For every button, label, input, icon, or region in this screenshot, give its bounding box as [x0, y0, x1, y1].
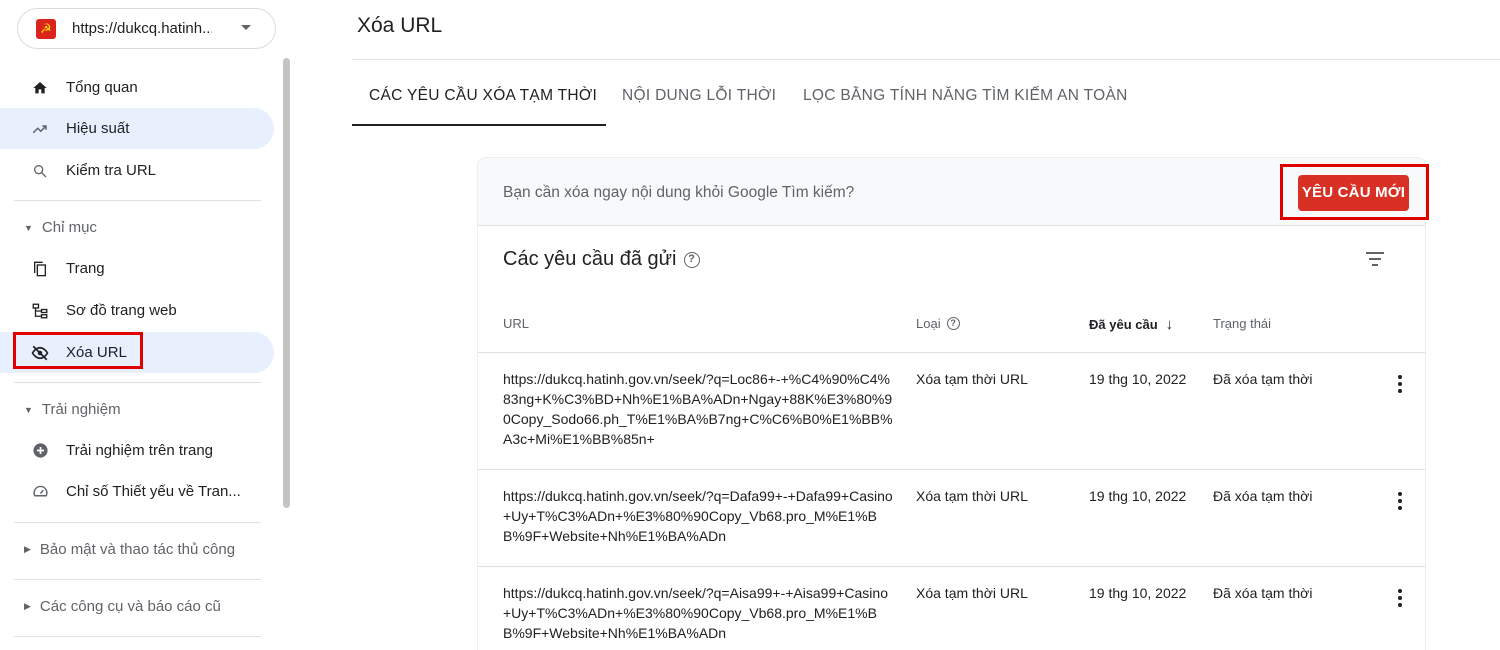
sidebar-item-label: Trang — [66, 260, 105, 277]
property-selector[interactable]: ☭ https://dukcq.hatinh... — [17, 8, 276, 49]
row-status: Đã xóa tạm thời — [1213, 585, 1313, 601]
column-header-type: Loại ? — [916, 316, 960, 331]
sidebar-item-label: Chỉ số Thiết yếu về Tran... — [66, 483, 241, 500]
triangle-right-icon: ▶ — [24, 601, 31, 611]
triangle-right-icon: ▶ — [24, 544, 31, 554]
row-type: Xóa tạm thời URL — [916, 371, 1028, 387]
arrow-down-icon: ↓ — [1165, 316, 1174, 333]
section-title: Trải nghiệm — [41, 401, 121, 418]
highlight-box — [13, 332, 143, 369]
more-vert-icon[interactable] — [1398, 492, 1402, 513]
table-row[interactable]: https://dukcq.hatinh.gov.vn/seek/?q=Aisa… — [478, 567, 1425, 650]
tab-safesearch-filtering[interactable]: LỌC BẰNG TÍNH NĂNG TÌM KIẾM AN TOÀN — [803, 87, 1128, 105]
sidebar-scrollbar[interactable] — [283, 58, 290, 508]
table-row[interactable]: https://dukcq.hatinh.gov.vn/seek/?q=Loc8… — [478, 353, 1425, 470]
sidebar-item-label: Hiệu suất — [66, 120, 130, 137]
section-toggle-experience[interactable]: ▼ Trải nghiệm — [24, 401, 121, 418]
property-label: https://dukcq.hatinh... — [72, 20, 212, 37]
pages-icon — [30, 259, 50, 279]
page-title: Xóa URL — [357, 14, 443, 37]
row-status: Đã xóa tạm thời — [1213, 371, 1313, 387]
row-url: https://dukcq.hatinh.gov.vn/seek/?q=Loc8… — [503, 371, 893, 447]
sidebar-item-overview[interactable]: Tổng quan — [0, 67, 274, 108]
subtitle-text: Các yêu cầu đã gửi — [503, 248, 677, 270]
row-url: https://dukcq.hatinh.gov.vn/seek/?q=Aisa… — [503, 585, 888, 641]
section-title: Chỉ mục — [41, 219, 97, 236]
row-requested: 19 thg 10, 2022 — [1089, 371, 1187, 387]
triangle-down-icon: ▼ — [24, 222, 33, 233]
row-requested: 19 thg 10, 2022 — [1089, 488, 1187, 504]
help-icon[interactable]: ? — [683, 251, 700, 268]
sidebar-item-url-inspection[interactable]: Kiểm tra URL — [0, 150, 274, 191]
sitemap-icon — [30, 301, 50, 321]
gauge-icon — [30, 482, 50, 502]
sidebar-item-label: Sơ đồ trang web — [66, 302, 177, 319]
sidebar-item-page-experience[interactable]: Trải nghiệm trên trang — [0, 430, 274, 471]
home-icon — [30, 78, 50, 98]
row-requested: 19 thg 10, 2022 — [1089, 585, 1187, 601]
divider — [14, 200, 261, 201]
trending-icon — [30, 119, 50, 139]
active-tab-indicator — [352, 124, 606, 126]
section-title: Bảo mật và thao tác thủ công — [39, 541, 236, 558]
highlight-box — [1280, 164, 1429, 220]
caret-down-icon — [241, 25, 251, 30]
more-vert-icon[interactable] — [1398, 589, 1402, 610]
sidebar-item-label: Trải nghiệm trên trang — [66, 442, 214, 459]
table-row[interactable]: https://dukcq.hatinh.gov.vn/seek/?q=Dafa… — [478, 470, 1425, 567]
card-question: Bạn cần xóa ngay nội dung khỏi Google Tì… — [503, 184, 855, 201]
sidebar-item-performance[interactable]: Hiệu suất — [0, 108, 274, 149]
filter-icon[interactable] — [1366, 252, 1384, 266]
row-status: Đã xóa tạm thời — [1213, 488, 1313, 504]
help-icon[interactable]: ? — [946, 317, 960, 330]
row-type: Xóa tạm thời URL — [916, 585, 1028, 601]
column-header-label: Đã yêu cầu — [1089, 317, 1158, 332]
more-vert-icon[interactable] — [1398, 375, 1402, 396]
sidebar-item-core-web-vitals[interactable]: Chỉ số Thiết yếu về Tran... — [0, 471, 274, 512]
search-icon — [30, 161, 50, 181]
sidebar-item-label: Tổng quan — [66, 79, 138, 96]
section-title: Các công cụ và báo cáo cũ — [39, 598, 221, 615]
column-header-url: URL — [503, 316, 530, 331]
divider — [14, 636, 261, 637]
section-toggle-index[interactable]: ▼ Chỉ mục — [24, 219, 97, 236]
sidebar-item-sitemaps[interactable]: Sơ đồ trang web — [0, 290, 274, 331]
column-header-requested[interactable]: Đã yêu cầu ↓ — [1089, 316, 1173, 333]
section-toggle-legacy[interactable]: ▶ Các công cụ và báo cáo cũ — [24, 598, 221, 615]
sidebar-item-pages[interactable]: Trang — [0, 248, 274, 289]
triangle-down-icon: ▼ — [24, 404, 33, 415]
property-logo-icon: ☭ — [36, 18, 56, 39]
tab-outdated-content[interactable]: NỘI DUNG LỖI THỜI — [622, 87, 776, 105]
column-header-status: Trạng thái — [1213, 316, 1272, 331]
divider — [14, 522, 261, 523]
row-type: Xóa tạm thời URL — [916, 488, 1028, 504]
sidebar-item-label: Kiểm tra URL — [66, 162, 157, 179]
plus-circle-icon — [30, 441, 50, 461]
column-header-label: Loại — [916, 316, 941, 331]
tab-temporary-removals[interactable]: CÁC YÊU CẦU XÓA TẠM THỜI — [369, 87, 597, 105]
divider — [14, 579, 261, 580]
card-subtitle: Các yêu cầu đã gửi ? — [503, 248, 700, 271]
section-toggle-security[interactable]: ▶ Bảo mật và thao tác thủ công — [24, 541, 235, 558]
divider — [352, 59, 1500, 60]
sidebar: ☭ https://dukcq.hatinh... Tổng quan Hiệu… — [0, 0, 290, 650]
divider — [14, 382, 261, 383]
row-url: https://dukcq.hatinh.gov.vn/seek/?q=Dafa… — [503, 488, 893, 544]
requests-card: Bạn cần xóa ngay nội dung khỏi Google Tì… — [478, 158, 1425, 650]
